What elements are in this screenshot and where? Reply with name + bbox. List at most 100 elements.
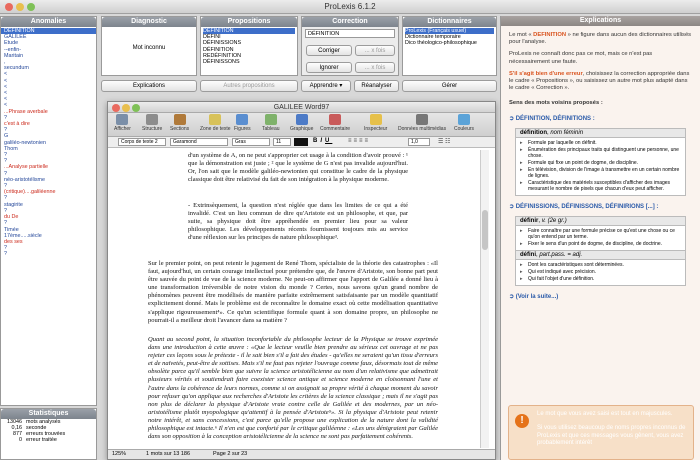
scrollbar-thumb[interactable] [482, 210, 488, 250]
gerer-button[interactable]: Gérer [402, 80, 497, 92]
toolbar-structure-button[interactable]: Structure [142, 114, 162, 132]
graphique-icon [295, 114, 308, 125]
toolbar-donnees-multimedias-button[interactable]: Données multimédias [398, 114, 446, 132]
tableau-label: Tableau [262, 126, 280, 132]
afficher-label: Afficher [114, 126, 131, 132]
doc-minimize-icon[interactable] [122, 104, 130, 112]
tableau-icon [264, 114, 277, 125]
warning-icon: ! [515, 414, 529, 428]
proposition-item[interactable]: DÉFINISSONS [203, 59, 295, 65]
zoom-level[interactable]: 125% [112, 450, 126, 459]
paragraph-style-select[interactable]: Corps de texte 2 [118, 138, 166, 146]
voir-la-suite-link[interactable]: ➲ (Voir la suite...) [501, 290, 700, 303]
statistics-header: Statistiques [1, 409, 96, 419]
structure-label: Structure [142, 126, 163, 132]
apprendre-button[interactable]: Apprendre ▾ [301, 80, 351, 92]
anomaly-item[interactable]: ? [4, 251, 93, 257]
definition-item: En télévision, division de l'image à tra… [520, 167, 681, 179]
document-scrollbar[interactable] [480, 150, 489, 448]
definir-card-head: définir, v. (2e gr.) [516, 216, 685, 226]
definition-card-head: définition, nom féminin [516, 128, 685, 138]
reanalyser-button[interactable]: Réanalyser [354, 80, 399, 92]
definition-item: Dont les caractéristiques sont déterminé… [520, 262, 681, 268]
circle-arrow-icon: ➲ [509, 203, 515, 210]
word-count: 1 mots sur 13 186 [146, 451, 191, 457]
toolbar-sections-button[interactable]: Sections [170, 114, 189, 132]
toolbar-afficher-button[interactable]: Afficher [114, 114, 131, 132]
couleurs-icon [458, 114, 470, 125]
toolbar-couleurs-button[interactable]: Couleurs [454, 114, 474, 132]
toolbar-tableau-button[interactable]: Tableau [262, 114, 280, 132]
zoom-window-icon[interactable] [27, 3, 35, 11]
paragraph-2: - Extrinsèquement, la question n'est rég… [188, 202, 408, 242]
defini-card-head: défini, part.pass. = adj. [516, 249, 685, 260]
minimize-window-icon[interactable] [16, 3, 24, 11]
dictionnaires-list[interactable]: ProLexis (Français usuel) Dictionnaire te… [403, 27, 496, 48]
toolbar-figures-button[interactable]: Figures [234, 114, 251, 132]
app-title: ProLexis 6.1.2 [324, 2, 376, 11]
afficher-icon [116, 114, 129, 125]
toolbar-inspecteur-button[interactable]: Inspecteur [364, 114, 387, 132]
anomalies-header: Anomalies [1, 17, 96, 27]
definition-item: Faire connaître par une formule précise … [520, 228, 681, 240]
font-weight-select[interactable]: Gras [232, 138, 270, 146]
document-body[interactable]: d'un système de A, on ne peut s'appropri… [108, 150, 495, 450]
zone-de-texte-label: Zone de texte [200, 126, 231, 132]
ignorer-button[interactable]: Ignorer [306, 62, 352, 73]
definir-list: Faire connaître par une formule précise … [516, 226, 685, 250]
doc-zoom-icon[interactable] [132, 104, 140, 112]
corriger-button[interactable]: Corriger [306, 45, 352, 56]
toolbar-zone-de-texte-button[interactable]: Zone de texte [200, 114, 231, 132]
voisins-title: Sens des mots voisins proposés : [509, 100, 603, 107]
group-definir[interactable]: ➲ DÉFINISSIONS, DÉFINISSONS, DÉFINIRIONS… [501, 200, 700, 213]
font-select[interactable]: Garamond [170, 138, 228, 146]
group-definition[interactable]: ➲ DÉFINITION, DÉFINITIONS : [501, 112, 700, 125]
text-color-swatch[interactable] [294, 138, 308, 146]
definition-item: Formule qui fixe un point de dogme, de d… [520, 160, 681, 166]
warning-text: Le mot que vous avez saisi est tout en m… [537, 411, 686, 446]
circle-arrow-icon: ➲ [509, 115, 515, 122]
definition-item: Qui est indiqué avec précision. [520, 269, 681, 275]
chevron-down-icon: ▾ [339, 83, 343, 89]
paragraph-4: Quant au second point, la situation inco… [148, 336, 438, 441]
anomalies-panel: Anomalies DEFINITION GALILÉE Étude --enfin-… [0, 16, 97, 406]
statistics-panel: Statistiques 13046 mots analysés 0,16 secon… [0, 408, 97, 460]
document-window: GALILEE Word97 Afficher Structure Sections… [107, 101, 496, 460]
alignment-icons[interactable]: ≡≡≡≡ [348, 138, 370, 144]
toolbar-graphique-button[interactable]: Graphique [290, 114, 313, 132]
anomalies-list[interactable]: DEFINITION GALILÉE Étude --enfin- Maritain, s… [1, 27, 96, 259]
zone-de-texte-icon [209, 114, 222, 125]
toolbar-commentaire-button[interactable]: Commentaire [320, 114, 350, 132]
statistic-label: erreur traitée [26, 437, 57, 443]
ignorer-x-fois-button[interactable]: ... x fois [355, 62, 395, 73]
close-window-icon[interactable] [5, 3, 13, 11]
dictionnaires-panel: Dictionnaires ProLexis (Français usuel) D… [402, 16, 497, 76]
correction-input[interactable]: DÉFINITION [305, 29, 395, 38]
explication-intro: Le mot « DEFINITION » ne figure dans auc… [509, 32, 692, 46]
document-statusbar: 125% 1 mots sur 13 186 Page 2 sur 23 [108, 449, 495, 459]
figures-label: Figures [234, 126, 251, 132]
definir-card: définir, v. (2e gr.) Faire connaître par… [515, 215, 686, 286]
donnees-multimedias-icon [416, 114, 429, 125]
autres-propositions-button[interactable]: Autres propositions [200, 80, 298, 92]
app-titlebar: ProLexis 6.1.2 [0, 0, 700, 14]
bold-italic-underline-icons[interactable]: BIU [313, 138, 332, 144]
explications-button[interactable]: Explications [101, 80, 197, 92]
definition-list: Formule par laquelle on définit.Énumérat… [516, 138, 685, 195]
line-spacing-select[interactable]: 1,0 [408, 138, 430, 146]
paragraph-1: d'un système de A, on ne peut s'appropri… [188, 152, 408, 184]
page-indicator: Page 2 sur 23 [213, 451, 248, 457]
definition-item: Qui fait l'objet d'une définition. [520, 276, 681, 282]
commentaire-icon [329, 114, 341, 125]
list-icons[interactable]: ☰ ☷ [438, 138, 450, 145]
diagnostic-header: Diagnostic [102, 17, 196, 27]
propositions-list[interactable]: DÉFINITION DÉFINI DÉFINISSIONS DÉFINITION RE… [201, 27, 297, 66]
explication-if-error: S'il s'agit bien d'une erreur, choisisse… [509, 70, 690, 92]
definition-item: Caractéristique des matériels susceptibl… [520, 180, 681, 192]
couleurs-label: Couleurs [454, 126, 475, 132]
doc-close-icon[interactable] [112, 104, 120, 112]
corriger-x-fois-button[interactable]: ... x fois [355, 45, 395, 56]
dictionary-item[interactable]: Dico théologico-philosophique [405, 40, 494, 46]
font-size-select[interactable]: 11 [273, 138, 291, 146]
defini-list: Dont les caractéristiques sont déterminé… [516, 260, 685, 285]
